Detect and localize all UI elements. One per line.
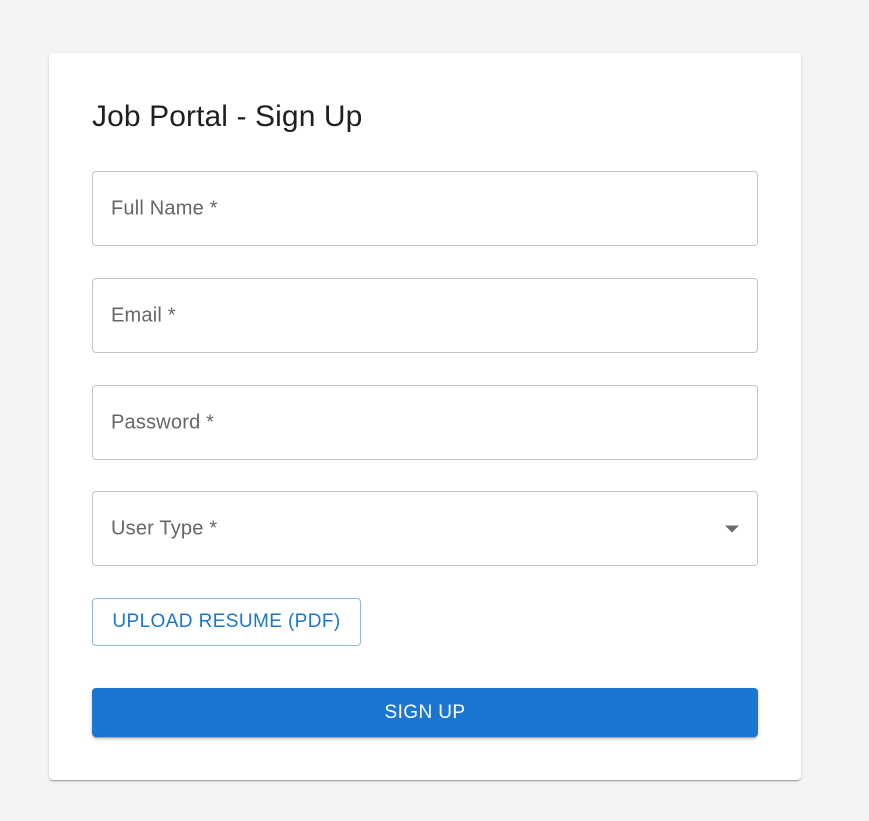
signup-card: Job Portal - Sign Up Full Name * Email *… — [49, 53, 801, 780]
user-type-select[interactable]: User Type * — [92, 491, 758, 566]
email-field[interactable]: Email * — [92, 278, 758, 353]
full-name-field[interactable]: Full Name * — [92, 171, 758, 246]
sign-up-button[interactable]: SIGN UP — [92, 688, 758, 737]
chevron-down-icon[interactable] — [725, 525, 739, 532]
upload-resume-button[interactable]: UPLOAD RESUME (PDF) — [92, 598, 361, 646]
password-input[interactable] — [93, 386, 757, 459]
user-type-label: User Type * — [111, 517, 218, 539]
email-input[interactable] — [93, 279, 757, 352]
page-title: Job Portal - Sign Up — [92, 100, 363, 133]
full-name-input[interactable] — [93, 172, 757, 245]
password-field[interactable]: Password * — [92, 385, 758, 460]
